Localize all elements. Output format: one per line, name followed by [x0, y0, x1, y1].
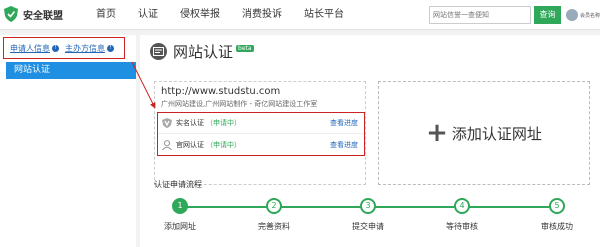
flow-step-label: 等待审核: [446, 222, 478, 231]
verification-row-realname: 实名认证 （申请中） 查看进度: [158, 113, 364, 134]
flow-step-label: 完善资料: [258, 222, 290, 231]
search-button[interactable]: 查询: [534, 6, 561, 24]
sidebar-info-links: 申请人信息! 主办方信息!: [3, 37, 125, 59]
v-shield-icon: [162, 118, 172, 128]
search-box[interactable]: [429, 6, 531, 24]
avatar: [566, 9, 578, 21]
site-card: http://www.studstu.com 广州网站建设,广州网站制作 - 奇…: [154, 81, 366, 185]
person-icon: [162, 139, 172, 150]
user-name: 会员名称: [579, 12, 600, 19]
nav-certification[interactable]: 认证: [138, 0, 158, 30]
top-bar: 安全联盟 首页 认证 侵权举报 消费投诉 站长平台 查询 会员名称: [0, 0, 600, 30]
flow-step-label: 审核成功: [541, 222, 573, 231]
search-input[interactable]: [433, 11, 527, 19]
verification-list: 实名认证 （申请中） 查看进度 官网认证 （申请中） 查看进度: [157, 112, 365, 156]
sidebar: 申请人信息! 主办方信息! 网站认证: [0, 35, 136, 247]
view-progress-link[interactable]: 查看进度: [330, 118, 358, 128]
sponsor-info-link[interactable]: 主办方信息!: [65, 43, 114, 54]
main-panel: 网站认证 beta http://www.studstu.com 广州网站建设,…: [140, 35, 600, 247]
flow-step-3: 3: [360, 198, 376, 214]
sidebar-item-website-certification[interactable]: 网站认证: [6, 62, 136, 79]
flow-step-5: 5: [549, 198, 565, 214]
view-progress-link[interactable]: 查看进度: [330, 140, 358, 150]
logo[interactable]: 安全联盟: [4, 6, 63, 22]
nav-consumer-complaint[interactable]: 消费投诉: [242, 0, 282, 30]
add-certified-site-label: 添加认证网址: [451, 124, 542, 143]
flow-step-2: 2: [266, 198, 282, 214]
beta-badge: beta: [236, 45, 254, 52]
verification-status: （申请中）: [206, 119, 241, 127]
page-title: 网站认证 beta: [150, 41, 254, 62]
certificate-icon: [150, 43, 167, 60]
main-nav: 首页 认证 侵权举报 消费投诉 站长平台: [96, 0, 366, 30]
flow-title: 认证申请流程: [154, 180, 202, 189]
flow-step-label: 添加网址: [164, 222, 196, 231]
nav-webmaster-platform[interactable]: 站长平台: [304, 0, 344, 30]
verification-label: 实名认证: [176, 119, 204, 127]
site-description: 广州网站建设,广州网站制作 - 奇亿网站建设工作室: [161, 100, 318, 108]
info-icon: !: [107, 44, 114, 52]
page-title-text: 网站认证: [173, 43, 234, 61]
flow-step-label: 提交申请: [352, 222, 384, 231]
nav-home[interactable]: 首页: [96, 0, 116, 30]
shield-logo-icon: [4, 6, 18, 22]
sponsor-info-label: 主办方信息: [65, 43, 105, 53]
site-url: http://www.studstu.com: [161, 86, 281, 97]
logo-text: 安全联盟: [23, 10, 63, 22]
user-menu[interactable]: 会员名称: [566, 4, 600, 26]
verification-row-official: 官网认证 （申请中） 查看进度: [158, 134, 364, 155]
applicant-info-link[interactable]: 申请人信息!: [10, 43, 59, 54]
applicant-info-label: 申请人信息: [10, 43, 50, 53]
info-icon: !: [52, 44, 59, 52]
plus-icon: +: [426, 118, 448, 148]
flow-step-4: 4: [454, 198, 470, 214]
add-certified-site-button[interactable]: + 添加认证网址: [378, 81, 590, 185]
verification-label: 官网认证: [176, 140, 204, 149]
verification-status: （申请中）: [206, 140, 241, 149]
flow-step-1: 1: [172, 198, 188, 214]
nav-infringement-report[interactable]: 侵权举报: [180, 0, 220, 30]
